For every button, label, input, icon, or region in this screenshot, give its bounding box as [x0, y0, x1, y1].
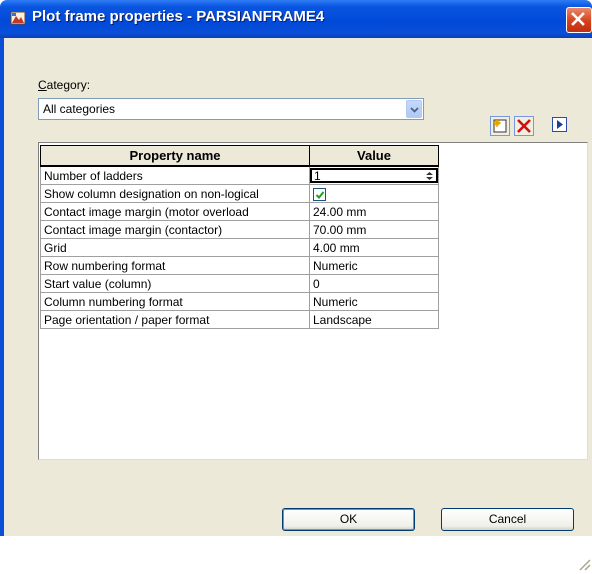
property-grid[interactable]: Property name Value Number of ladders 1 [38, 142, 588, 460]
table-row[interactable]: Contact image margin (contactor) 70.00 m… [40, 220, 439, 239]
property-name-cell: Grid [40, 238, 310, 257]
arrow-right-icon [557, 120, 563, 129]
category-dropdown-button[interactable] [406, 100, 422, 118]
property-name-cell: Contact image margin (motor overload [40, 202, 310, 221]
property-value-cell[interactable]: 1 [309, 165, 439, 185]
delete-icon [517, 119, 531, 133]
resize-grip-icon[interactable] [570, 550, 592, 574]
window-title: Plot frame properties - PARSIANFRAME4 [32, 8, 325, 25]
spinner-value: 1 [314, 169, 321, 183]
property-name-cell: Start value (column) [40, 274, 310, 293]
ladders-spinner[interactable]: 1 [310, 168, 438, 183]
dialog-client-area: Category: All categories Property name V… [4, 38, 592, 571]
column-header-property-name[interactable]: Property name [40, 145, 310, 167]
table-row[interactable]: Start value (column) 0 [40, 274, 439, 293]
spinner-arrows-icon[interactable] [425, 171, 434, 181]
show-column-designation-checkbox[interactable] [313, 187, 326, 201]
property-value-cell[interactable]: 0 [309, 274, 439, 293]
table-row[interactable]: Show column designation on non-logical [40, 184, 439, 203]
table-row[interactable]: Contact image margin (motor overload 24.… [40, 202, 439, 221]
category-label-text: ategory: [46, 78, 91, 92]
more-button[interactable] [552, 117, 567, 132]
table-row[interactable]: Page orientation / paper format Landscap… [40, 310, 439, 329]
property-name-cell: Contact image margin (contactor) [40, 220, 310, 239]
column-header-value[interactable]: Value [309, 145, 439, 167]
cancel-button[interactable]: Cancel [441, 508, 574, 531]
property-value-cell[interactable]: 4.00 mm [309, 238, 439, 257]
table-row[interactable]: Column numbering format Numeric [40, 292, 439, 311]
property-name-cell: Column numbering format [40, 292, 310, 311]
category-label: Category: [38, 78, 90, 92]
plot-frame-dialog: Plot frame properties - PARSIANFRAME4 Ca… [0, 0, 592, 571]
property-value-cell[interactable]: 24.00 mm [309, 202, 439, 221]
property-value-cell[interactable] [309, 184, 439, 203]
delete-item-button[interactable] [514, 116, 534, 136]
category-label-mnemonic: C [38, 78, 47, 92]
property-value-cell[interactable]: Numeric [309, 292, 439, 311]
new-item-button[interactable] [490, 116, 510, 136]
table-row[interactable]: Grid 4.00 mm [40, 238, 439, 257]
property-name-cell: Row numbering format [40, 256, 310, 275]
close-icon [571, 12, 585, 26]
property-value-cell[interactable]: 70.00 mm [309, 220, 439, 239]
table-row[interactable]: Number of ladders 1 [40, 165, 439, 185]
property-table: Property name Value Number of ladders 1 [40, 145, 439, 329]
chevron-down-icon [410, 107, 419, 113]
property-name-cell: Number of ladders [40, 165, 310, 185]
ok-button[interactable]: OK [282, 508, 415, 531]
property-value-cell[interactable]: Landscape [309, 310, 439, 329]
property-name-cell: Show column designation on non-logical [40, 184, 310, 203]
close-button[interactable] [566, 7, 592, 33]
category-selected-value: All categories [43, 102, 116, 116]
category-dropdown[interactable]: All categories [38, 98, 424, 120]
app-icon [10, 11, 26, 25]
property-value-cell[interactable]: Numeric [309, 256, 439, 275]
property-name-cell: Page orientation / paper format [40, 310, 310, 329]
table-header-row: Property name Value [40, 145, 439, 167]
new-item-icon [493, 119, 507, 133]
table-row[interactable]: Row numbering format Numeric [40, 256, 439, 275]
checkmark-icon [315, 191, 325, 199]
title-bar[interactable]: Plot frame properties - PARSIANFRAME4 [0, 0, 592, 38]
